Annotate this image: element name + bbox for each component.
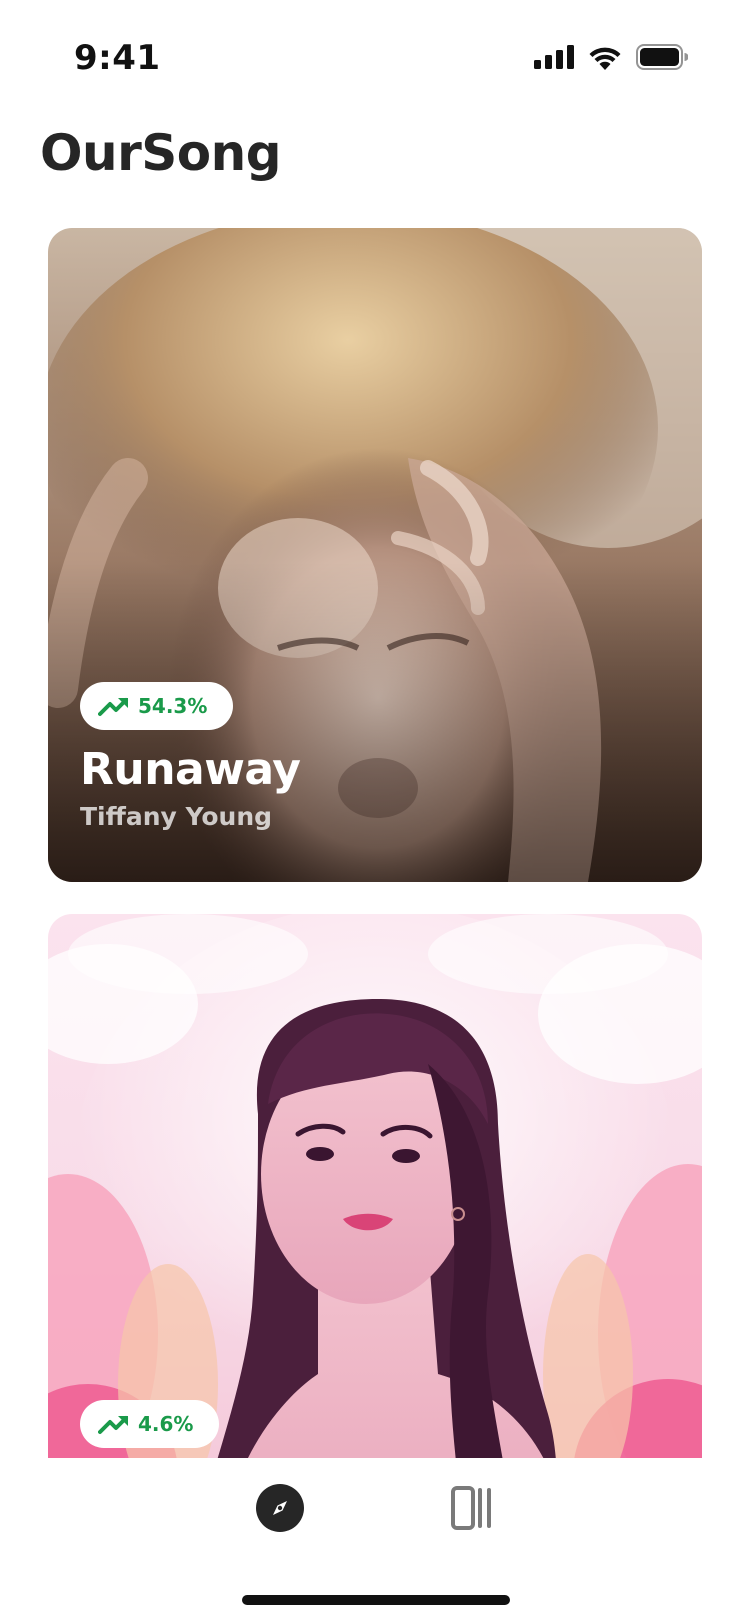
trend-value: 54.3% [138, 694, 208, 718]
app-title: OurSong [40, 124, 282, 182]
wifi-icon [589, 47, 621, 70]
song-feed[interactable]: 54.3% Runaway Tiffany Young 4.6% [0, 228, 750, 1458]
song-title: Runaway [80, 744, 301, 795]
song-card[interactable]: 4.6% [48, 914, 702, 1458]
trend-value: 4.6% [138, 1412, 194, 1436]
status-icons [534, 44, 688, 70]
album-artwork-illustration [48, 914, 702, 1458]
trending-up-icon [98, 698, 128, 716]
tab-bar [0, 1458, 750, 1624]
song-artist[interactable]: Tiffany Young [80, 802, 272, 831]
tab-explore[interactable] [256, 1484, 304, 1532]
trend-badge: 54.3% [80, 682, 234, 730]
battery-icon [636, 44, 688, 70]
tab-library[interactable] [448, 1484, 496, 1532]
compass-icon [273, 1501, 287, 1515]
trend-badge: 4.6% [80, 1400, 220, 1448]
status-time: 9:41 [74, 38, 161, 78]
status-bar: 9:41 [0, 0, 750, 110]
library-icon [451, 1486, 491, 1530]
home-indicator [242, 1595, 510, 1605]
trending-up-icon [98, 1416, 128, 1434]
cellular-signal-icon [534, 45, 574, 69]
song-card[interactable]: 54.3% Runaway Tiffany Young [48, 228, 702, 882]
